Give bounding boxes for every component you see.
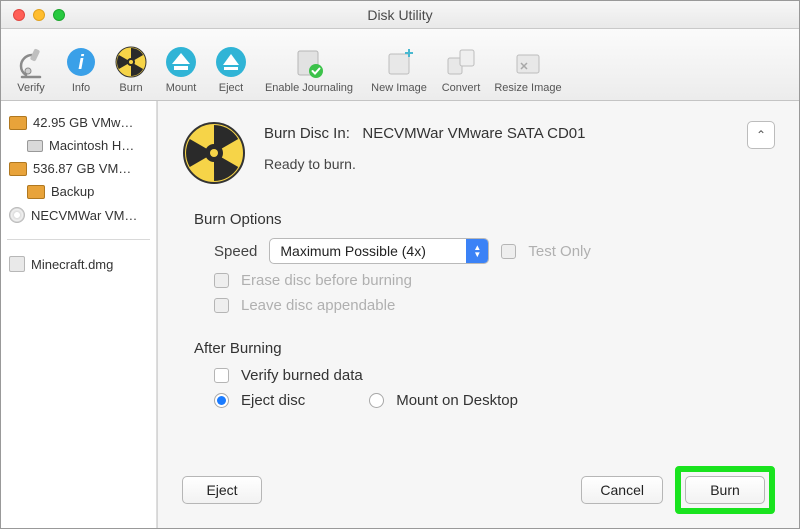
- toolbar-resize-image[interactable]: Resize Image: [489, 44, 567, 94]
- info-icon: i: [63, 44, 99, 80]
- sidebar-disk-1[interactable]: 42.95 GB VMw…: [1, 111, 156, 134]
- speed-label: Speed: [214, 243, 257, 260]
- verify-burned-checkbox[interactable]: [214, 368, 229, 383]
- convert-icon: [443, 44, 479, 80]
- test-only-label: Test Only: [528, 243, 591, 260]
- burn-in-value: NECVMWar VMware SATA CD01: [362, 125, 585, 142]
- burn-target-line: Burn Disc In: NECVMWar VMware SATA CD01: [264, 125, 775, 142]
- external-disk-icon: [9, 162, 27, 176]
- button-label: Cancel: [600, 482, 644, 498]
- sidebar-item-label: 42.95 GB VMw…: [33, 115, 133, 130]
- chevron-up-icon: ⌃: [756, 128, 766, 142]
- toolbar-label: Resize Image: [494, 82, 561, 94]
- window-title: Disk Utility: [1, 7, 799, 23]
- dialog-header: Burn Disc In: NECVMWar VMware SATA CD01 …: [182, 121, 775, 185]
- external-disk-icon: [27, 185, 45, 199]
- toolbar-label: Info: [72, 82, 90, 94]
- toolbar-label: Mount: [166, 82, 197, 94]
- section-title: After Burning: [194, 340, 775, 357]
- toolbar-label: Verify: [17, 82, 45, 94]
- microscope-icon: [13, 44, 49, 80]
- toolbar: Verify i Info Burn Mount Eject: [1, 29, 799, 101]
- section-title: Burn Options: [194, 211, 775, 228]
- toolbar-convert[interactable]: Convert: [439, 44, 483, 94]
- toolbar-info[interactable]: i Info: [59, 44, 103, 94]
- new-image-icon: [381, 44, 417, 80]
- sidebar-item-label: Backup: [51, 184, 94, 199]
- radiation-icon: [182, 121, 246, 185]
- toolbar-mount[interactable]: Mount: [159, 44, 203, 94]
- sidebar: 42.95 GB VMw… Macintosh H… 536.87 GB VM……: [1, 101, 157, 528]
- toolbar-burn[interactable]: Burn: [109, 44, 153, 94]
- sidebar-item-label: NECVMWar VM…: [31, 208, 137, 223]
- leave-appendable-label: Leave disc appendable: [241, 297, 395, 314]
- mount-icon: [163, 44, 199, 80]
- erase-before-checkbox: [214, 273, 229, 288]
- resize-icon: [510, 44, 546, 80]
- speed-value: Maximum Possible (4x): [280, 243, 425, 259]
- optical-disc-icon: [9, 207, 25, 223]
- leave-appendable-checkbox: [214, 298, 229, 313]
- dialog-button-bar: Eject Cancel Burn: [182, 466, 775, 514]
- sidebar-volume-2[interactable]: Backup: [1, 180, 156, 203]
- svg-text:i: i: [78, 52, 84, 74]
- sidebar-item-label: Minecraft.dmg: [31, 257, 113, 272]
- sidebar-volume-1[interactable]: Macintosh H…: [1, 134, 156, 157]
- journaling-icon: [291, 44, 327, 80]
- burn-dialog: Burn Disc In: NECVMWar VMware SATA CD01 …: [157, 101, 799, 528]
- sidebar-item-label: 536.87 GB VM…: [33, 161, 131, 176]
- burn-button[interactable]: Burn: [685, 476, 765, 504]
- toolbar-label: Burn: [119, 82, 142, 94]
- button-label: Eject: [206, 482, 237, 498]
- sidebar-dmg[interactable]: Minecraft.dmg: [1, 252, 156, 276]
- sidebar-item-label: Macintosh H…: [49, 138, 134, 153]
- toolbar-verify[interactable]: Verify: [9, 44, 53, 94]
- external-disk-icon: [9, 116, 27, 130]
- internal-disk-icon: [27, 140, 43, 152]
- sidebar-separator: [7, 239, 150, 240]
- toolbar-label: Convert: [442, 82, 481, 94]
- toolbar-label: Enable Journaling: [265, 82, 353, 94]
- eject-disc-label: Eject disc: [241, 392, 305, 409]
- content-area: Burn Disc In: NECVMWar VMware SATA CD01 …: [157, 101, 799, 528]
- eject-button[interactable]: Eject: [182, 476, 262, 504]
- mount-desktop-label: Mount on Desktop: [396, 392, 518, 409]
- window-body: 42.95 GB VMw… Macintosh H… 536.87 GB VM……: [1, 101, 799, 528]
- erase-before-label: Erase disc before burning: [241, 272, 412, 289]
- test-only-checkbox: [501, 244, 516, 259]
- radiation-icon: [113, 44, 149, 80]
- toolbar-new-image[interactable]: New Image: [365, 44, 433, 94]
- burn-status: Ready to burn.: [264, 156, 775, 172]
- highlight-box: Burn: [675, 466, 775, 514]
- cancel-button[interactable]: Cancel: [581, 476, 663, 504]
- dmg-icon: [9, 256, 25, 272]
- toolbar-eject[interactable]: Eject: [209, 44, 253, 94]
- after-burning-section: After Burning Verify burned data Eject d…: [194, 340, 775, 409]
- verify-burned-label: Verify burned data: [241, 367, 363, 384]
- app-window: Disk Utility Verify i Info Burn Mount: [0, 0, 800, 529]
- titlebar: Disk Utility: [1, 1, 799, 29]
- select-arrows-icon: ▲▼: [466, 239, 488, 263]
- eject-icon: [213, 44, 249, 80]
- button-label: Burn: [710, 482, 740, 498]
- speed-select[interactable]: Maximum Possible (4x) ▲▼: [269, 238, 489, 264]
- sidebar-disk-2[interactable]: 536.87 GB VM…: [1, 157, 156, 180]
- burn-in-label: Burn Disc In:: [264, 125, 350, 142]
- sidebar-optical[interactable]: NECVMWar VM…: [1, 203, 156, 227]
- burn-options-section: Burn Options Speed Maximum Possible (4x)…: [194, 211, 775, 314]
- toolbar-label: New Image: [371, 82, 427, 94]
- mount-desktop-radio[interactable]: [369, 393, 384, 408]
- collapse-button[interactable]: ⌃: [747, 121, 775, 149]
- toolbar-label: Eject: [219, 82, 243, 94]
- toolbar-enable-journaling[interactable]: Enable Journaling: [259, 44, 359, 94]
- eject-disc-radio[interactable]: [214, 393, 229, 408]
